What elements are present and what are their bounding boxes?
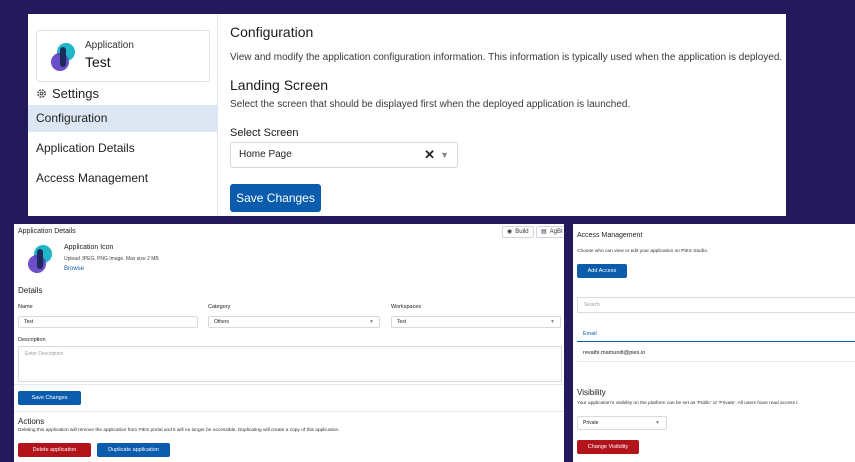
workspaces-value: Test xyxy=(397,319,407,325)
access-management-panel: Access Management Choose who can view or… xyxy=(573,224,855,462)
agbi-label: AgBI xyxy=(549,229,563,235)
category-value: Others xyxy=(214,319,230,325)
build-label: Build xyxy=(515,229,529,235)
visibility-select[interactable]: Private ▼ xyxy=(577,416,667,430)
configuration-panel: Application Test Settings Configuration … xyxy=(28,14,786,216)
access-title: Access Management xyxy=(577,232,643,239)
details-section-title: Details xyxy=(18,286,43,295)
workspaces-label: Workspaces xyxy=(391,304,422,310)
category-select[interactable]: Others ▼ xyxy=(208,316,380,328)
landing-screen-desc: Select the screen that should be display… xyxy=(230,99,631,110)
save-changes-button[interactable]: Save Changes xyxy=(230,184,321,212)
divider xyxy=(14,384,564,385)
app-logo-icon xyxy=(51,43,75,71)
nav-item-application-details[interactable]: Application Details xyxy=(28,135,218,162)
app-card: Application Test xyxy=(36,30,210,82)
agbi-button[interactable]: ▤ AgBI xyxy=(536,226,564,238)
visibility-value: Private xyxy=(583,420,599,426)
description-textarea[interactable]: Enter Description xyxy=(18,346,562,382)
change-visibility-button[interactable]: Change Visibility xyxy=(577,440,639,454)
name-label: Name xyxy=(18,304,33,310)
details-title: Application Details xyxy=(18,228,76,235)
nav-item-configuration[interactable]: Configuration xyxy=(28,105,218,132)
add-access-button[interactable]: Add Access xyxy=(577,264,627,278)
select-screen-label: Select Screen xyxy=(230,127,299,139)
name-input[interactable]: Test xyxy=(18,316,198,328)
select-screen-dropdown[interactable]: Home Page ✕ ▼ xyxy=(230,142,458,168)
duplicate-application-button[interactable]: Duplicate application xyxy=(97,443,170,457)
application-details-panel: Application Details ◉ Build ▤ AgBI Appli… xyxy=(14,224,564,462)
workspaces-select[interactable]: Test ▼ xyxy=(391,316,561,328)
divider xyxy=(14,411,564,412)
gear-icon xyxy=(37,89,46,98)
category-label: Category xyxy=(208,304,231,310)
app-logo-icon xyxy=(28,245,52,273)
actions-note: Deleting this application will remove th… xyxy=(18,428,340,433)
search-input[interactable]: Search xyxy=(577,297,855,313)
clear-icon[interactable]: ✕ xyxy=(424,143,435,167)
visibility-desc: Your application's visibility on the pla… xyxy=(577,401,798,406)
build-button[interactable]: ◉ Build xyxy=(502,226,534,238)
app-icon-hint: Upload JPEG, PNG Image. Max size 2 MB xyxy=(64,256,159,262)
save-changes-button[interactable]: Save Changes xyxy=(18,391,81,405)
chevron-down-icon: ▼ xyxy=(550,319,555,325)
settings-title: Settings xyxy=(36,86,99,101)
delete-application-button[interactable]: Delete application xyxy=(18,443,91,457)
agbi-icon: ▤ xyxy=(541,229,547,235)
description-label: Description xyxy=(18,337,46,343)
actions-title: Actions xyxy=(18,417,45,426)
settings-sidebar: Application Test Settings Configuration … xyxy=(28,14,218,216)
chevron-down-icon: ▼ xyxy=(655,420,660,426)
landing-screen-heading: Landing Screen xyxy=(230,77,329,93)
config-intro: View and modify the application configur… xyxy=(230,52,783,63)
app-icon-title: Application Icon xyxy=(64,244,114,251)
email-column-header[interactable]: Email xyxy=(577,326,855,342)
chevron-down-icon[interactable]: ▼ xyxy=(440,143,449,167)
settings-label: Settings xyxy=(52,86,99,101)
page-title: Configuration xyxy=(230,24,314,40)
visibility-title: Visibility xyxy=(577,388,606,397)
app-caption: Application xyxy=(85,40,134,51)
table-row: revathi.mamundi@pies.io xyxy=(577,344,855,362)
browse-link[interactable]: Browse xyxy=(64,266,84,272)
build-icon: ◉ xyxy=(507,229,513,235)
select-screen-value: Home Page xyxy=(239,149,292,160)
app-name: Test xyxy=(85,54,111,70)
chevron-down-icon: ▼ xyxy=(369,319,374,325)
access-desc: Choose who can view or edit your applica… xyxy=(577,249,709,254)
nav-item-access-management[interactable]: Access Management xyxy=(28,165,218,192)
